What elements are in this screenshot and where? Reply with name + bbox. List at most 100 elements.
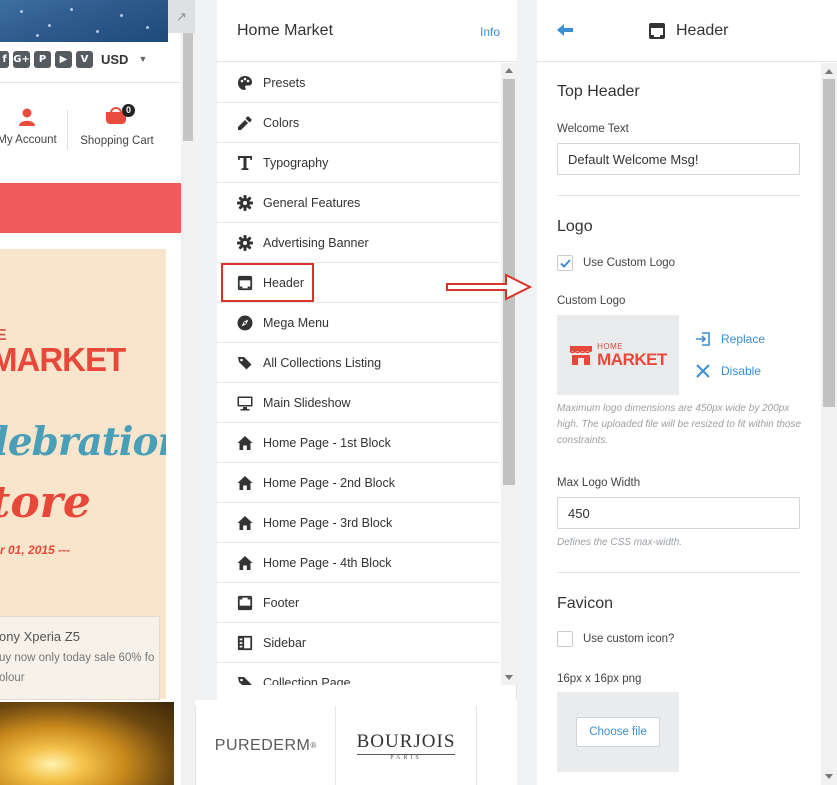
section-heading-favicon: Favicon: [557, 595, 614, 612]
divider: [557, 195, 800, 196]
brand-name: BOURJOIS: [356, 730, 456, 752]
checkmark-icon: [559, 258, 571, 268]
back-arrow-icon[interactable]: [555, 20, 575, 40]
annotation-arrow-icon: [446, 273, 532, 301]
favicon-preview: Choose file: [557, 692, 679, 772]
replace-logo-button[interactable]: Replace: [695, 331, 765, 347]
checkbox[interactable]: [557, 255, 573, 271]
footer-layout-icon: [236, 594, 254, 612]
my-account-label: My Account: [0, 134, 57, 146]
nav-item-home-page-3rd-block[interactable]: Home Page - 3rd Block: [217, 503, 500, 543]
info-link[interactable]: Info: [480, 25, 500, 39]
disable-logo-button[interactable]: Disable: [695, 363, 761, 379]
preview-scrollbar[interactable]: [181, 33, 195, 785]
cart-icon: 0: [106, 104, 135, 126]
social-links: f G+ P ▶ V USD ▼: [0, 48, 147, 70]
favicon-size-label: 16px x 16px png: [557, 673, 642, 685]
home-icon: [236, 554, 254, 572]
pinterest-icon[interactable]: P: [34, 50, 51, 68]
tags-icon: [236, 354, 254, 372]
max-logo-width-input[interactable]: [557, 497, 800, 529]
nav-item-label: Colors: [263, 115, 300, 130]
brand-strip: PUREDERM ® BOURJOIS PARIS: [195, 700, 517, 785]
nav-item-label: Home Page - 2nd Block: [263, 475, 396, 490]
nav-item-label: Home Page - 4th Block: [263, 555, 392, 570]
scrollbar-thumb[interactable]: [183, 33, 193, 141]
brand-logo-purederm[interactable]: PUREDERM ®: [195, 706, 335, 785]
nav-item-sidebar[interactable]: Sidebar: [217, 623, 500, 663]
scroll-down-icon[interactable]: [505, 675, 513, 680]
google-plus-icon[interactable]: G+: [13, 50, 30, 68]
scrollbar-thumb[interactable]: [823, 79, 835, 407]
expand-preview-icon[interactable]: ↗: [168, 0, 195, 33]
gear-icon: [236, 194, 254, 212]
nav-item-home-page-2nd-block[interactable]: Home Page - 2nd Block: [217, 463, 500, 503]
divider: [0, 82, 181, 83]
product-card[interactable]: ony Xperia Z5 uy now only today sale 60%…: [0, 616, 160, 700]
product-desc-2: olour: [0, 672, 25, 684]
tags-icon: [236, 674, 254, 685]
choose-file-button[interactable]: Choose file: [576, 717, 660, 747]
settings-scrollbar[interactable]: [821, 63, 837, 785]
scroll-up-icon[interactable]: [505, 68, 513, 73]
shopping-cart-label: Shopping Cart: [80, 135, 154, 147]
home-market-logo: HOME MARKET: [569, 342, 667, 369]
nav-item-home-page-1st-block[interactable]: Home Page - 1st Block: [217, 423, 500, 463]
vimeo-icon[interactable]: V: [76, 50, 93, 68]
header-layout-icon: [236, 274, 254, 292]
panel-header: Home Market Info: [217, 0, 517, 62]
nav-item-label: Header: [263, 275, 304, 290]
nav-item-label: General Features: [263, 195, 361, 210]
facebook-icon[interactable]: f: [0, 50, 9, 68]
max-logo-width-label: Max Logo Width: [557, 477, 641, 489]
banner-headline-2: tore: [0, 477, 91, 528]
panel-gap: [517, 0, 537, 785]
nav-item-typography[interactable]: Typography: [217, 143, 500, 183]
cart-count-badge: 0: [122, 104, 135, 117]
custom-logo-label: Custom Logo: [557, 295, 626, 307]
scroll-down-icon[interactable]: [825, 774, 833, 779]
nav-item-main-slideshow[interactable]: Main Slideshow: [217, 383, 500, 423]
nav-item-advertising-banner[interactable]: Advertising Banner: [217, 223, 500, 263]
nav-item-label: Sidebar: [263, 635, 307, 650]
max-logo-width-hint: Defines the CSS max-width.: [557, 537, 683, 548]
preview-header-image: [0, 0, 168, 42]
nav-item-mega-menu[interactable]: Mega Menu: [217, 303, 500, 343]
use-custom-logo-checkbox[interactable]: Use Custom Logo: [557, 255, 675, 271]
nav-item-colors[interactable]: Colors: [217, 103, 500, 143]
logo-big-text: MARKET: [597, 349, 667, 369]
disable-label: Disable: [721, 364, 762, 378]
checkbox[interactable]: [557, 631, 573, 647]
nav-item-collection-page[interactable]: Collection Page: [217, 663, 500, 685]
nav-item-label: Typography: [263, 155, 329, 170]
nav-item-label: Main Slideshow: [263, 395, 351, 410]
nav-item-label: Collection Page: [263, 675, 351, 686]
nav-item-presets[interactable]: Presets: [217, 63, 500, 103]
monitor-icon: [236, 394, 254, 412]
shopping-cart-link[interactable]: 0 Shopping Cart: [76, 104, 158, 147]
replace-label: Replace: [721, 332, 766, 346]
my-account-link[interactable]: My Account: [0, 108, 62, 146]
palette-icon: [236, 74, 254, 92]
use-custom-icon-checkbox[interactable]: Use custom icon?: [557, 631, 674, 647]
welcome-text-label: Welcome Text: [557, 123, 629, 135]
welcome-text-input[interactable]: [557, 143, 800, 175]
typography-icon: [236, 154, 254, 172]
nav-item-home-page-4th-block[interactable]: Home Page - 4th Block: [217, 543, 500, 583]
theme-title: Home Market: [237, 22, 334, 39]
preview-menu-bar: [0, 183, 181, 233]
brand-name: PUREDERM: [214, 736, 311, 754]
youtube-icon[interactable]: ▶: [55, 50, 72, 68]
nav-item-footer[interactable]: Footer: [217, 583, 500, 623]
close-icon: [695, 363, 711, 379]
section-list-scrollbar[interactable]: [501, 63, 517, 685]
nav-item-general-features[interactable]: General Features: [217, 183, 500, 223]
section-heading-logo: Logo: [557, 218, 593, 235]
currency-selector[interactable]: USD: [101, 52, 128, 67]
brand-logo-bourjois[interactable]: BOURJOIS PARIS: [335, 706, 477, 785]
scroll-up-icon[interactable]: [825, 69, 833, 74]
nav-item-all-collections-listing[interactable]: All Collections Listing: [217, 343, 500, 383]
nav-item-label: Presets: [263, 75, 306, 90]
product-desc: uy now only today sale 60% fo: [0, 652, 155, 664]
registered-mark: ®: [310, 741, 317, 750]
